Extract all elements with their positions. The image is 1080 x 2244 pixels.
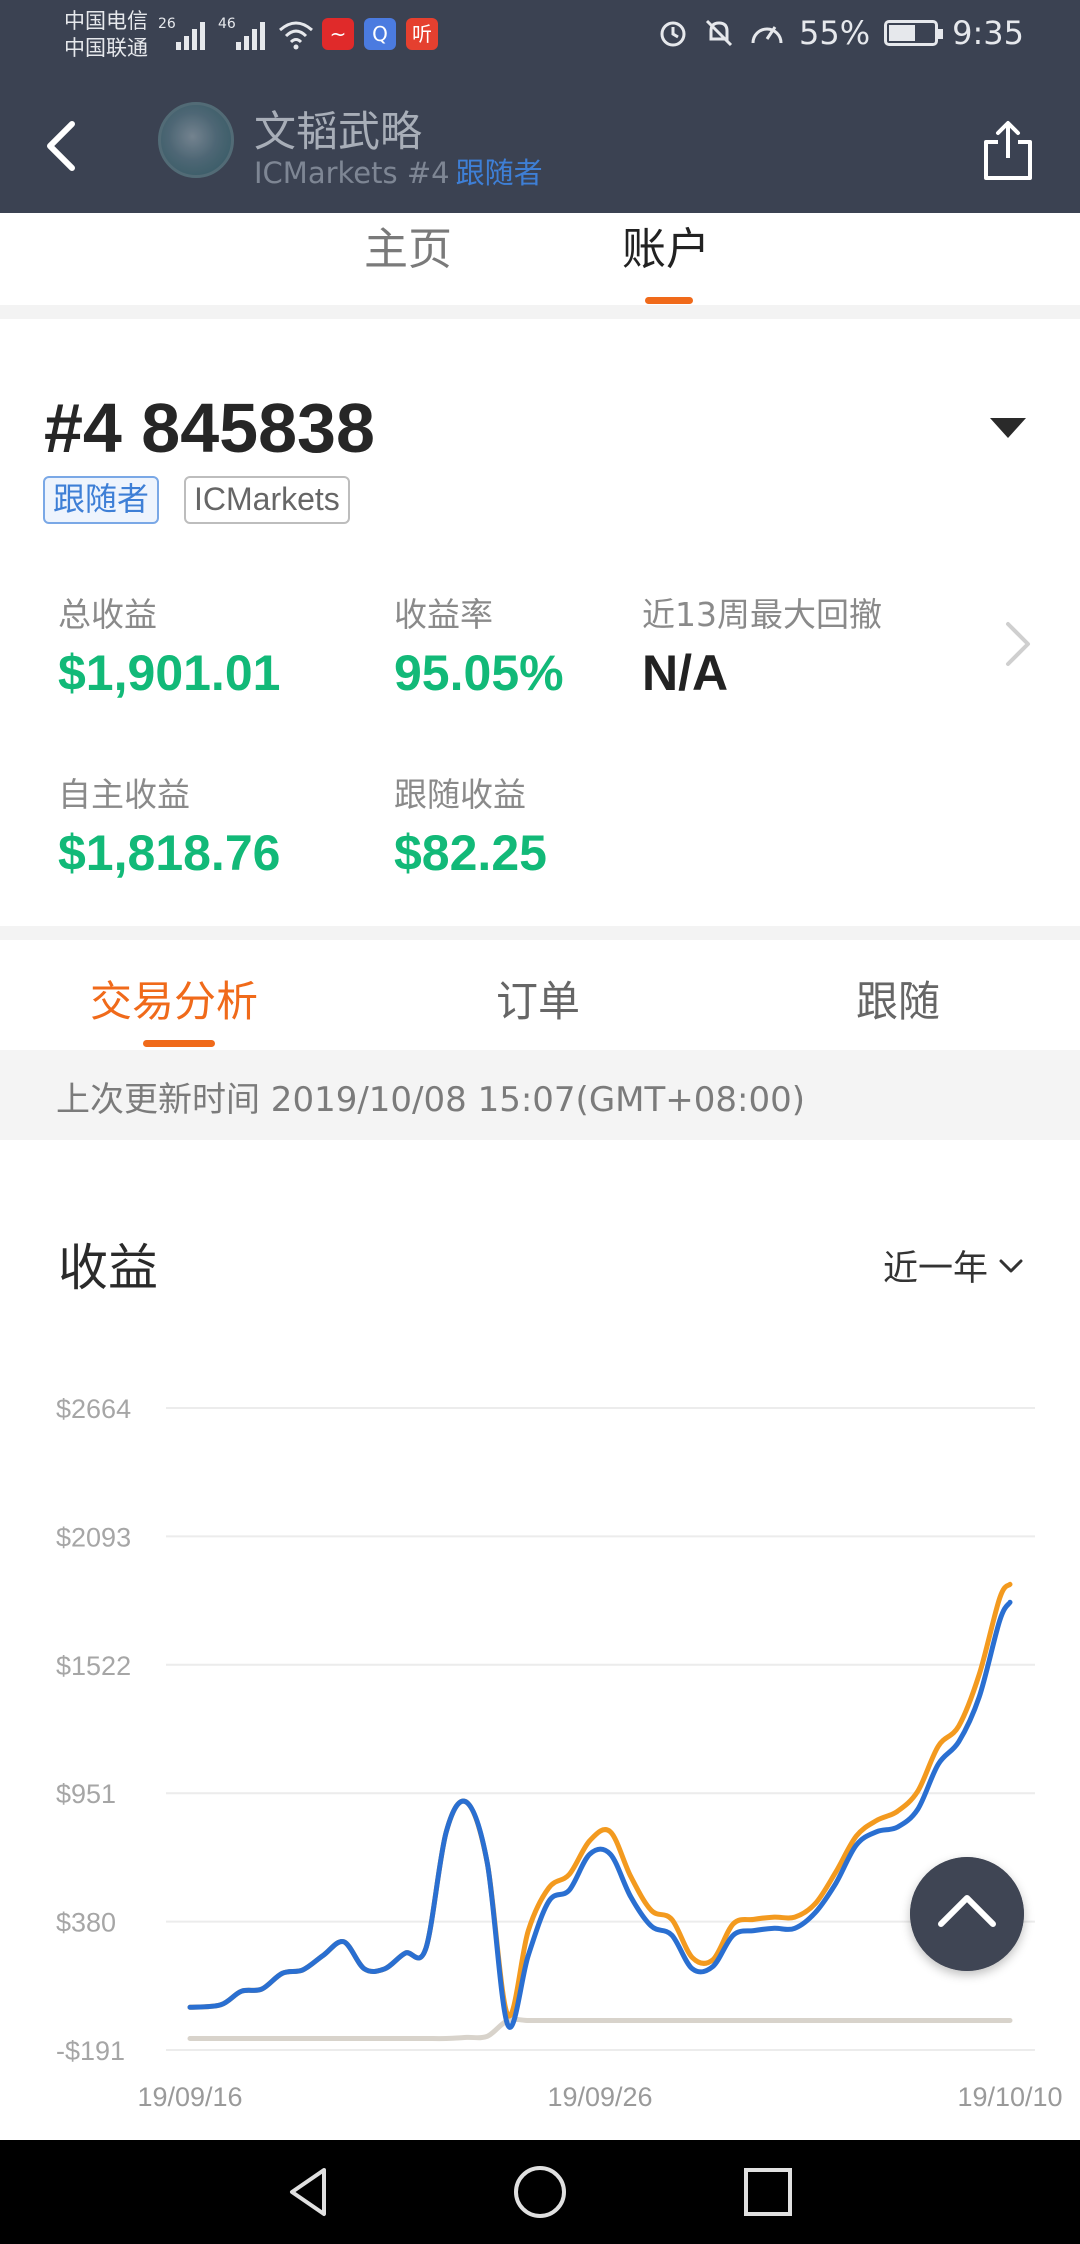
share-icon[interactable] [980,118,1036,182]
follower-badge: 跟随者 [43,476,160,524]
signal-icon-2 [236,22,265,50]
alarm-icon [660,21,686,47]
profit-section-title: 收益 [58,1239,158,1297]
top-tabs: 主页 账户 [0,213,1080,305]
tab-follow[interactable]: 跟随 [856,968,940,1029]
profit-line-chart: $2664 $2093 $1522 $951 $380 -$191 19/09/16 19/0… [56,1394,1063,2112]
status-bar: 中国电信 中国联通 26 46 ~ Q 听 55% 9:35 [0,0,1080,72]
account-dropdown-icon[interactable] [990,418,1026,438]
sub-tab-active-indicator [143,1040,215,1047]
tab-home[interactable]: 主页 [364,213,452,277]
total-profit-value: $1,901.01 [58,645,281,701]
notification-app-icon-red: ~ [322,18,354,50]
last-updated-text: 上次更新时间 2019/10/08 15:07(GMT+08:00) [56,1080,806,1120]
app-header: 中国电信 中国联通 26 46 ~ Q 听 55% 9:35 文韬武略 ICMa… [0,0,1080,213]
y-tick-label: -$191 [56,2036,125,2066]
return-rate-label: 收益率 [394,595,493,634]
avatar[interactable] [158,102,234,178]
own-profit-value: $1,818.76 [58,825,281,881]
battery-icon [884,20,944,46]
series-line-0 [187,1581,1013,2019]
return-rate-value: 95.05% [394,645,564,701]
trader-subtitle: ICMarkets #4 跟随者 [254,150,543,192]
broker-account-label: ICMarkets #4 [254,156,450,190]
tab-active-indicator [645,297,693,304]
y-tick-label: $2093 [56,1522,131,1552]
network-type-1: 26 [158,16,176,32]
x-tick-label: 19/09/26 [547,2082,652,2112]
range-label: 近一年 [882,1249,988,1289]
back-arrow-icon[interactable] [36,110,86,180]
series-line-2 [187,2016,1013,2042]
scroll-to-top-button[interactable] [910,1857,1024,1971]
follow-profit-value: $82.25 [394,825,547,881]
tab-orders[interactable]: 订单 [496,968,580,1029]
battery-percent: 55% [799,14,871,52]
notification-app-icon-blue: Q [364,18,396,50]
notification-app-icon-listen: 听 [406,18,438,50]
y-tick-label: $2664 [56,1394,131,1424]
total-profit-label: 总收益 [58,595,157,634]
chevron-down-icon [999,1259,1023,1272]
max-drawdown-value: N/A [642,645,729,701]
nav-home-icon[interactable] [510,2162,570,2222]
signal-icon [176,22,205,50]
tab-trade-analysis[interactable]: 交易分析 [90,968,258,1029]
status-right: 55% 9:35 [657,14,1024,52]
account-number: #4 845838 [44,389,375,467]
max-drawdown-label: 近13周最大回撤 [642,595,882,634]
clock: 9:35 [952,14,1024,52]
tab-account[interactable]: 账户 [622,213,710,277]
range-selector[interactable]: 近一年 [883,1240,1024,1291]
role-tag: 跟随者 [455,156,543,190]
own-profit-label: 自主收益 [58,775,190,814]
nav-recents-icon[interactable] [738,2162,798,2222]
nav-back-icon[interactable] [280,2162,340,2222]
x-tick-label: 19/09/16 [137,2082,242,2112]
carrier-2: 中国联通 [64,36,148,60]
carrier-1: 中国电信 [64,9,148,33]
x-tick-label: 19/10/10 [957,2082,1062,2112]
y-tick-label: $380 [56,1908,116,1938]
speed-icon [751,26,783,44]
broker-badge: ICMarkets [184,476,350,524]
system-nav-bar [0,2140,1080,2244]
y-tick-label: $1522 [56,1651,131,1681]
y-tick-label: $951 [56,1779,116,1809]
follow-profit-label: 跟随收益 [394,775,526,814]
carrier-text: 中国电信 中国联通 [64,8,148,62]
divider [0,926,1080,940]
wifi-icon [279,21,313,50]
chevron-right-icon[interactable] [998,616,1038,672]
network-type-2: 46 [218,16,236,32]
divider [0,305,1080,319]
bell-off-icon [705,19,733,47]
